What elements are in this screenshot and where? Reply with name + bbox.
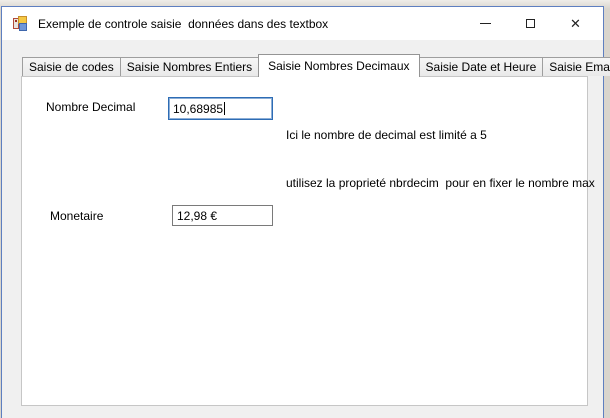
tab-saisie-de-codes[interactable]: Saisie de codes bbox=[22, 57, 121, 76]
form-icon-blue-square bbox=[19, 23, 27, 31]
desktop-background: Exemple de controle saisie données dans … bbox=[0, 0, 610, 418]
decimal-help-line1: Ici le nombre de decimal est limité a 5 bbox=[286, 127, 595, 143]
winforms-form-icon bbox=[13, 16, 29, 32]
text-caret bbox=[224, 102, 225, 115]
minimize-button[interactable] bbox=[463, 7, 508, 40]
maximize-button[interactable] bbox=[508, 7, 553, 40]
tab-strip: Saisie de codes Saisie Nombres Entiers S… bbox=[22, 54, 610, 76]
decimal-help-line2: utilisez la proprieté nbrdecim pour en f… bbox=[286, 175, 595, 191]
tab-saisie-date-et-heure[interactable]: Saisie Date et Heure bbox=[419, 57, 544, 76]
monetary-input-value: 12,98 € bbox=[177, 209, 217, 223]
minimize-icon bbox=[480, 23, 491, 24]
decimal-input[interactable]: 10,68985 bbox=[168, 97, 273, 120]
form-client-area: Saisie de codes Saisie Nombres Entiers S… bbox=[2, 40, 603, 418]
monetary-field-label: Monetaire bbox=[50, 209, 103, 223]
title-bar[interactable]: Exemple de controle saisie données dans … bbox=[2, 7, 603, 40]
monetary-input[interactable]: 12,98 € bbox=[172, 205, 273, 226]
decimal-help-text: Ici le nombre de decimal est limité a 5 … bbox=[286, 95, 595, 223]
window-title: Exemple de controle saisie données dans … bbox=[38, 17, 328, 31]
tab-saisie-email[interactable]: Saisie Email bbox=[542, 57, 610, 76]
decimal-input-value: 10,68985 bbox=[173, 102, 223, 116]
window-controls: ✕ bbox=[463, 7, 598, 40]
close-icon: ✕ bbox=[570, 17, 581, 30]
tab-saisie-nombres-decimaux[interactable]: Saisie Nombres Decimaux bbox=[258, 54, 419, 77]
decimal-field-label: Nombre Decimal bbox=[46, 100, 135, 114]
app-window: Exemple de controle saisie données dans … bbox=[1, 6, 604, 418]
tab-page-decimaux: Nombre Decimal 10,68985 Ici le nombre de… bbox=[21, 76, 588, 406]
tab-saisie-nombres-entiers[interactable]: Saisie Nombres Entiers bbox=[120, 57, 259, 76]
maximize-icon bbox=[526, 19, 535, 28]
close-button[interactable]: ✕ bbox=[553, 7, 598, 40]
